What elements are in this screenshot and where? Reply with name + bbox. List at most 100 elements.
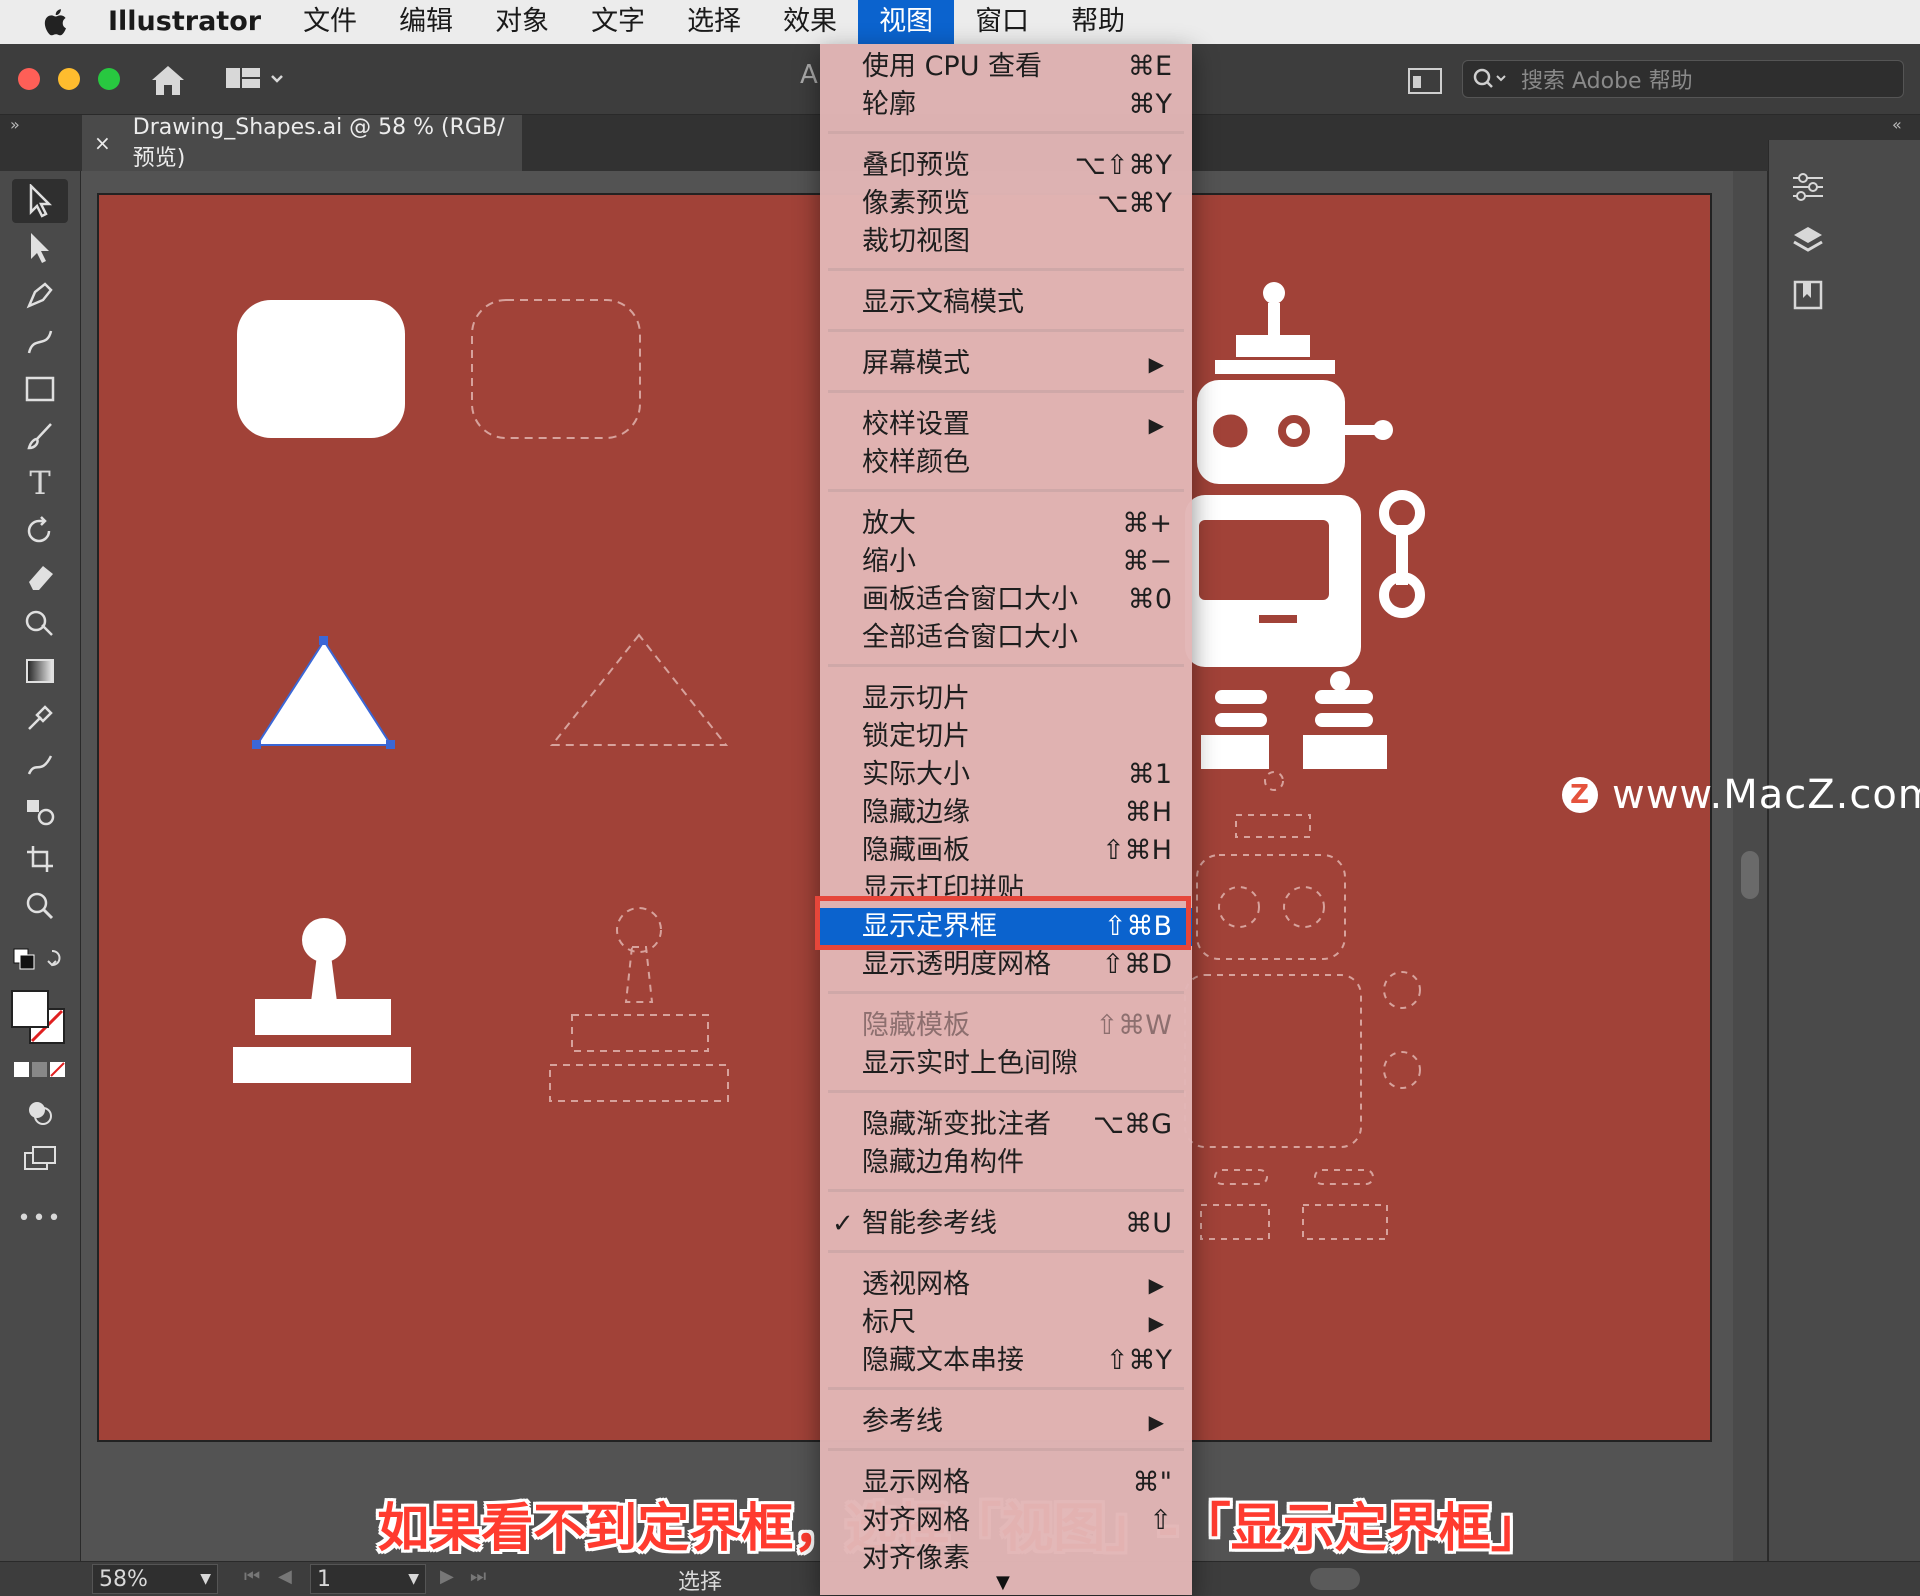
view-menu-item[interactable]: ✓ 智能参考线 ⌘U (820, 1205, 1192, 1243)
menu-file[interactable]: 文件 (282, 0, 378, 44)
apple-logo-icon[interactable] (42, 6, 72, 38)
view-menu-dropdown[interactable]: 使用 CPU 查看 ⌘E 轮廓 ⌘Y 叠印预览 ⌥⇧⌘Y 像素预览 ⌥⌘Y 裁切视图显示文稿模式… (820, 44, 1192, 1595)
last-artboard-icon[interactable]: ⏭ (470, 1566, 486, 1587)
view-menu-item[interactable]: 显示切片 (820, 680, 1192, 718)
submenu-arrow-icon: ▶ (1148, 1273, 1164, 1297)
blend-tool-icon[interactable] (12, 790, 68, 834)
rectangle-tool-icon[interactable] (12, 367, 68, 411)
selection-tool-icon[interactable] (12, 179, 68, 223)
type-tool-icon[interactable]: T (12, 461, 68, 505)
shape-builder-tool-icon[interactable] (12, 602, 68, 646)
view-menu-item[interactable]: 隐藏渐变批注者 ⌥⌘G (820, 1106, 1192, 1144)
menu-type[interactable]: 文字 (570, 0, 666, 44)
menu-item-label: 隐藏边角构件 (862, 1147, 1024, 1178)
view-menu-item[interactable]: 使用 CPU 查看 ⌘E (820, 48, 1192, 86)
close-window-button[interactable] (18, 68, 40, 90)
panel-layout-icon[interactable] (1408, 68, 1442, 94)
edit-toolbar-icon[interactable]: ••• (12, 1196, 68, 1240)
direct-selection-tool-icon[interactable] (12, 226, 68, 270)
layers-panel-icon[interactable] (1791, 224, 1825, 258)
screen-mode-icon[interactable] (12, 1136, 68, 1180)
puppet-warp-tool-icon[interactable] (12, 743, 68, 787)
view-menu-item[interactable]: 对齐网格 ⇧ (820, 1502, 1192, 1540)
home-icon[interactable] (148, 62, 188, 98)
properties-panel-icon[interactable] (1791, 170, 1825, 204)
paintbrush-tool-icon[interactable] (12, 414, 68, 458)
view-menu-item[interactable]: 屏幕模式 ▶ (820, 345, 1192, 383)
menu-edit[interactable]: 编辑 (378, 0, 474, 44)
pen-tool-icon[interactable] (12, 273, 68, 317)
menu-item-label: 透视网格 (862, 1269, 970, 1300)
view-menu-item[interactable]: 缩小 ⌘− (820, 543, 1192, 581)
current-tool-label: 选择 (678, 1570, 723, 1595)
view-menu-item[interactable]: 显示透明度网格 ⇧⌘D (820, 946, 1192, 984)
view-menu-item[interactable]: 显示文稿模式 (820, 284, 1192, 322)
view-menu-item[interactable]: 全部适合窗口大小 (820, 619, 1192, 657)
gradient-tool-icon[interactable] (12, 649, 68, 693)
minimize-window-button[interactable] (58, 68, 80, 90)
fill-stroke-swatch[interactable] (10, 989, 70, 1049)
artboard-number-field[interactable]: 1 ▼ (310, 1564, 426, 1594)
libraries-panel-icon[interactable] (1791, 278, 1825, 312)
chevron-down-icon[interactable]: ▼ (408, 1571, 419, 1587)
vertical-scrollbar[interactable] (1733, 171, 1767, 1561)
zoom-level-field[interactable]: 58% ▼ (92, 1564, 218, 1594)
help-search-input[interactable]: 搜索 Adobe 帮助 (1462, 60, 1904, 98)
color-mode-icon[interactable] (12, 1059, 68, 1081)
view-menu-item[interactable]: 显示实时上色间隙 (820, 1045, 1192, 1083)
view-menu-item[interactable]: 放大 ⌘+ (820, 505, 1192, 543)
menu-item-shortcut: ⌘+ (1122, 508, 1172, 539)
menu-item-label: 裁切视图 (862, 226, 970, 257)
view-menu-item[interactable]: 裁切视图 (820, 223, 1192, 261)
curvature-tool-icon[interactable] (12, 320, 68, 364)
menu-separator (828, 489, 1184, 492)
view-menu-item[interactable]: 隐藏文本串接 ⇧⌘Y (820, 1342, 1192, 1380)
draw-mode-icon[interactable] (12, 1091, 68, 1135)
first-artboard-icon[interactable]: ⏮ (244, 1566, 260, 1587)
view-menu-item[interactable]: 校样颜色 (820, 444, 1192, 482)
chevron-down-icon[interactable]: ▼ (200, 1571, 211, 1587)
menu-item-label: 对齐像素 (862, 1543, 970, 1574)
menu-object[interactable]: 对象 (474, 0, 570, 44)
zoom-tool-icon[interactable] (12, 884, 68, 928)
view-menu-item[interactable]: 校样设置 ▶ (820, 406, 1192, 444)
default-colors-icon[interactable] (12, 947, 68, 971)
view-menu-item[interactable]: 实际大小 ⌘1 (820, 756, 1192, 794)
zoom-window-button[interactable] (98, 68, 120, 90)
next-artboard-icon[interactable]: ▶ (440, 1566, 454, 1587)
previous-artboard-icon[interactable]: ◀ (278, 1566, 292, 1587)
expand-toolbar-icon[interactable]: » (10, 115, 20, 134)
document-tab[interactable]: × Drawing_Shapes.ai @ 58 % (RGB/预览) (82, 115, 522, 171)
rotate-tool-icon[interactable] (12, 508, 68, 552)
view-menu-item[interactable]: 轮廓 ⌘Y (820, 86, 1192, 124)
scroll-down-arrow-icon[interactable]: ▼ (996, 1572, 1010, 1593)
view-menu-item[interactable]: 透视网格 ▶ (820, 1266, 1192, 1304)
view-menu-item[interactable]: 叠印预览 ⌥⇧⌘Y (820, 147, 1192, 185)
vertical-scroll-thumb[interactable] (1741, 851, 1759, 899)
menu-view[interactable]: 视图 (858, 0, 955, 44)
rounded-square-shape (237, 300, 405, 438)
menu-help[interactable]: 帮助 (1050, 0, 1146, 44)
view-menu-item[interactable]: 标尺 ▶ (820, 1304, 1192, 1342)
menu-effect[interactable]: 效果 (762, 0, 858, 44)
menu-separator (828, 664, 1184, 667)
view-menu-item[interactable]: 画板适合窗口大小 ⌘0 (820, 581, 1192, 619)
horizontal-scroll-thumb[interactable] (1310, 1568, 1360, 1590)
collapse-panel-icon[interactable]: « (1892, 115, 1902, 134)
view-menu-item[interactable]: 锁定切片 (820, 718, 1192, 756)
workspace-switcher-icon[interactable] (226, 66, 286, 94)
eyedropper-tool-icon[interactable] (12, 696, 68, 740)
view-menu-item[interactable]: 隐藏画板 ⇧⌘H (820, 832, 1192, 870)
view-menu-item[interactable]: 隐藏边角构件 (820, 1144, 1192, 1182)
watermark-logo: Z (1562, 777, 1598, 813)
menu-app-name[interactable]: Illustrator (108, 0, 282, 44)
menu-window[interactable]: 窗口 (954, 0, 1050, 44)
view-menu-item[interactable]: 显示网格 ⌘" (820, 1464, 1192, 1502)
close-tab-icon[interactable]: × (94, 131, 111, 155)
artboard-tool-icon[interactable] (12, 837, 68, 881)
view-menu-item[interactable]: 像素预览 ⌥⌘Y (820, 185, 1192, 223)
menu-select[interactable]: 选择 (666, 0, 762, 44)
view-menu-item[interactable]: 隐藏边缘 ⌘H (820, 794, 1192, 832)
view-menu-item[interactable]: 参考线 ▶ (820, 1403, 1192, 1441)
eraser-tool-icon[interactable] (12, 555, 68, 599)
